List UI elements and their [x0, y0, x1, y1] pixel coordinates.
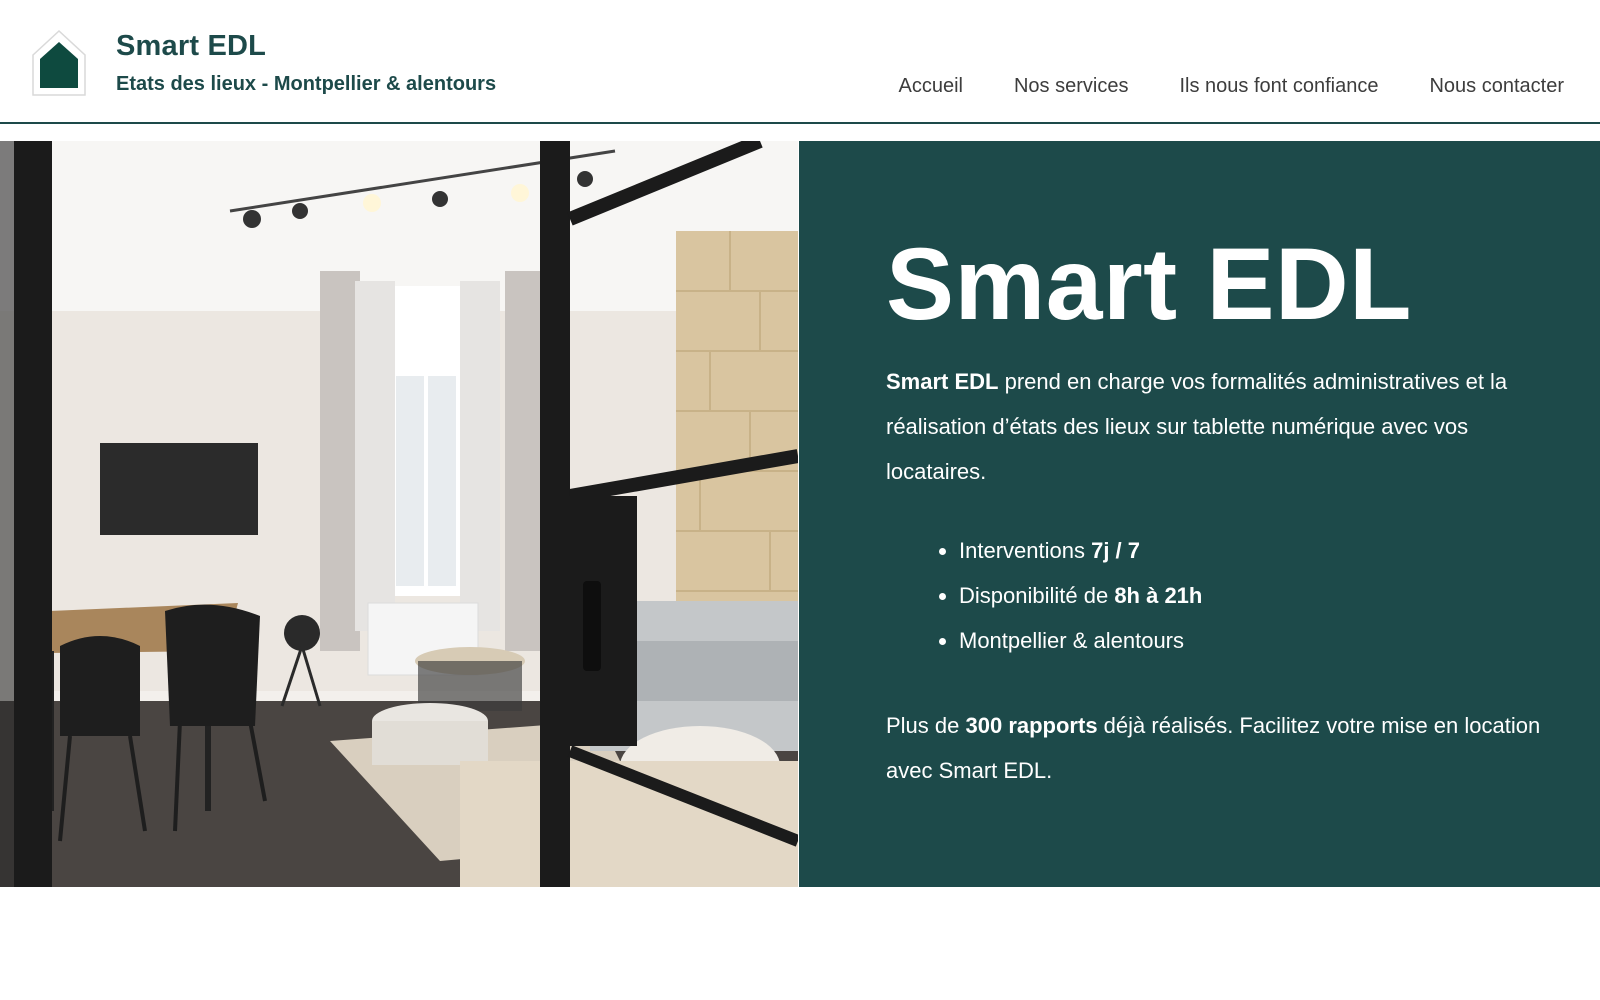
house-icon[interactable] [31, 29, 87, 97]
brand-title[interactable]: Smart EDL [116, 30, 266, 63]
hero-outro: Plus de 300 rapports déjà réalisés. Faci… [886, 703, 1546, 793]
main-nav: Accueil Nos services Ils nous font confi… [899, 75, 1565, 98]
hero-photo [0, 141, 798, 887]
outro-strong: 300 rapports [965, 713, 1098, 738]
bullet-text: Montpellier & alentours [959, 628, 1185, 653]
list-item: Disponibilité de 8h à 21h [959, 573, 1202, 618]
bullet-text: Interventions [959, 538, 1092, 563]
list-item: Montpellier & alentours [959, 618, 1202, 663]
nav-link-contact[interactable]: Nous contacter [1429, 75, 1564, 98]
bullet-text: Disponibilité de [959, 583, 1115, 608]
brand-subtitle: Etats des lieux - Montpellier & alentour… [116, 73, 497, 95]
hero-panel: Smart EDL Smart EDL prend en charge vos … [799, 141, 1600, 887]
features-list: Interventions 7j / 7 Disponibilité de 8h… [886, 528, 1202, 663]
intro-brand: Smart EDL [886, 369, 999, 394]
site-header: Smart EDL Etats des lieux - Montpellier … [0, 0, 1600, 124]
list-item: Interventions 7j / 7 [959, 528, 1202, 573]
outro-prefix: Plus de [886, 713, 966, 738]
hero-intro: Smart EDL prend en charge vos formalités… [886, 359, 1546, 494]
bullet-strong: 7j / 7 [1091, 538, 1140, 563]
nav-link-accueil[interactable]: Accueil [899, 75, 963, 98]
hero-section: Smart EDL Smart EDL prend en charge vos … [0, 141, 1600, 887]
bullet-strong: 8h à 21h [1114, 583, 1203, 608]
nav-link-confiance[interactable]: Ils nous font confiance [1179, 75, 1378, 98]
hero-heading: Smart EDL [886, 227, 1412, 341]
nav-link-services[interactable]: Nos services [1014, 75, 1128, 98]
